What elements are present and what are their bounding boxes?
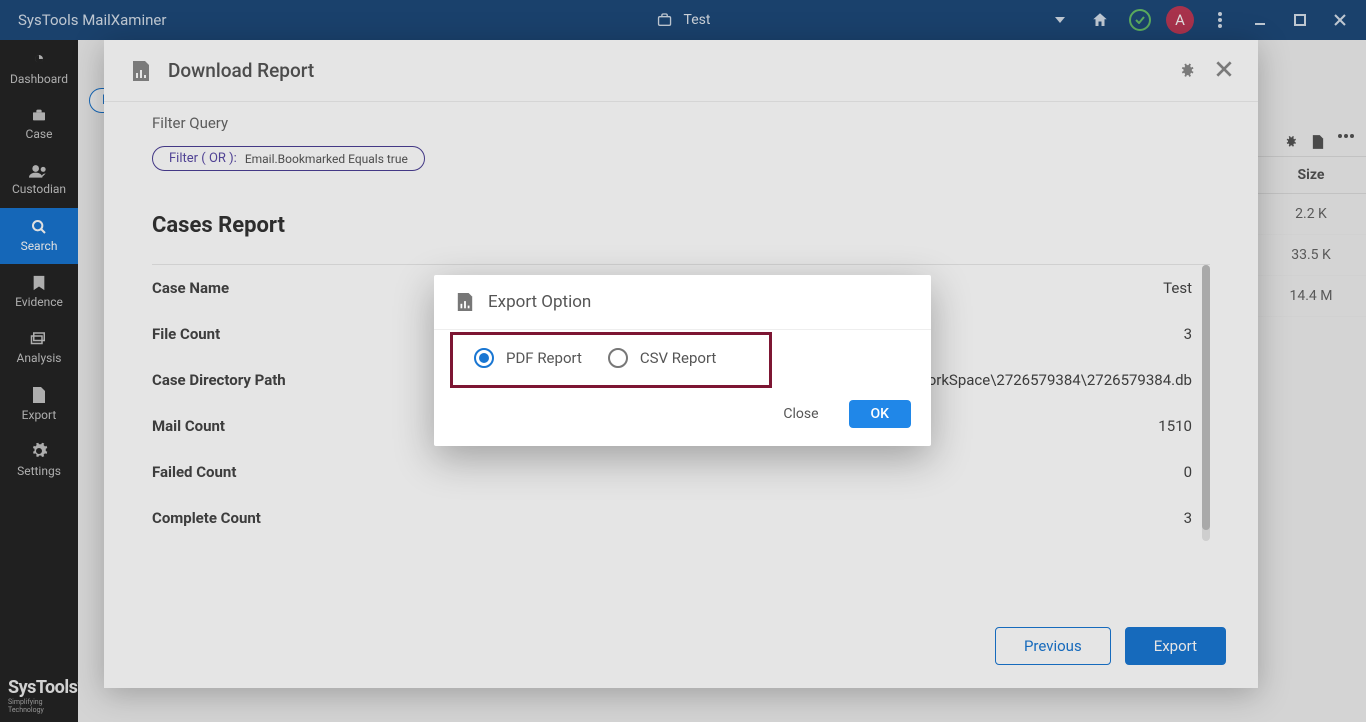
export-dialog-footer: Close OK xyxy=(434,388,931,446)
ok-button[interactable]: OK xyxy=(849,400,912,428)
close-button[interactable]: Close xyxy=(773,400,828,428)
radio-pdf-report[interactable]: PDF Report xyxy=(474,348,582,368)
radio-icon xyxy=(474,348,494,368)
radio-csv-report[interactable]: CSV Report xyxy=(608,348,716,368)
radio-icon xyxy=(608,348,628,368)
export-dialog-title: Export Option xyxy=(488,292,591,312)
export-options-row: PDF Report CSV Report xyxy=(434,330,931,388)
export-dialog-header: Export Option xyxy=(434,275,931,330)
export-option-dialog: Export Option PDF Report CSV Report Clos… xyxy=(434,275,931,446)
report-icon xyxy=(456,291,474,313)
